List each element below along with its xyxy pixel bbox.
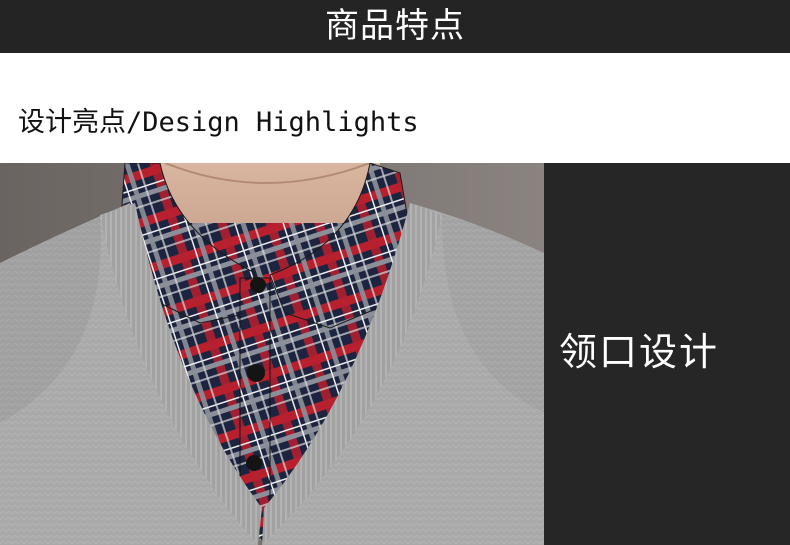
section-subtitle: 设计亮点/Design Highlights xyxy=(18,107,419,138)
page-title: 商品特点 xyxy=(325,6,465,46)
product-photo xyxy=(0,163,544,545)
feature-label: 领口设计 xyxy=(559,330,720,374)
header-bar: 商品特点 xyxy=(0,0,790,53)
feature-panel: 领口设计 xyxy=(544,163,790,545)
collar-closeup-image xyxy=(0,163,544,545)
